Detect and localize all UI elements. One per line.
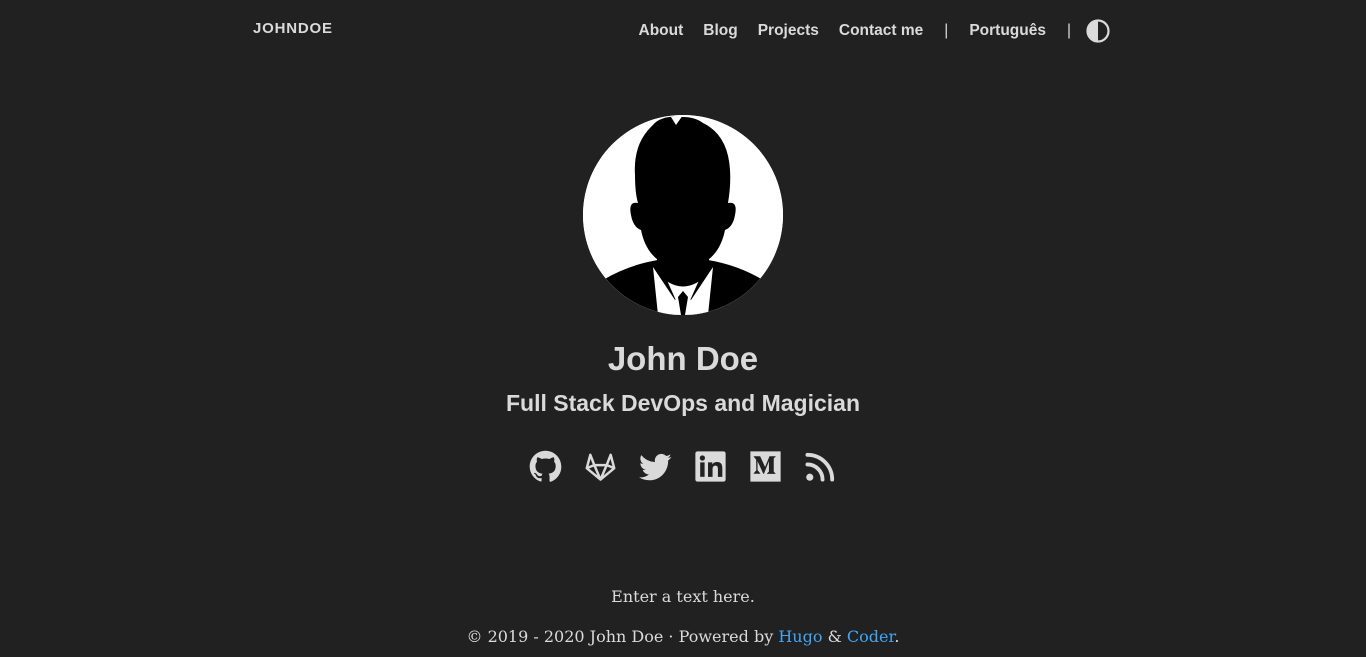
gitlab-icon[interactable] bbox=[584, 450, 617, 483]
linkedin-icon[interactable] bbox=[694, 450, 727, 483]
copyright-text: © 2019 - 2020 John Doe bbox=[466, 627, 664, 646]
theme-toggle-icon[interactable] bbox=[1086, 19, 1110, 43]
powered-by-text: Powered by bbox=[678, 627, 774, 646]
nav-link-blog[interactable]: Blog bbox=[703, 22, 737, 40]
profile-tagline: Full Stack DevOps and Magician bbox=[505, 390, 861, 416]
twitter-icon[interactable] bbox=[639, 450, 672, 483]
ampersand: & bbox=[827, 627, 842, 646]
profile-avatar bbox=[583, 115, 783, 315]
profile-name: John Doe bbox=[607, 340, 759, 377]
hugo-link[interactable]: Hugo bbox=[778, 627, 822, 646]
social-links bbox=[0, 450, 1366, 483]
medium-icon[interactable] bbox=[749, 450, 782, 483]
coder-link[interactable]: Coder bbox=[847, 627, 894, 646]
footer-text: Enter a text here. bbox=[611, 587, 755, 606]
language-switch-link[interactable]: Português bbox=[969, 22, 1046, 40]
nav-link-contact[interactable]: Contact me bbox=[839, 22, 923, 40]
nav-separator: | bbox=[1066, 22, 1071, 39]
nav-menu: About Blog Projects Contact me | Portugu… bbox=[619, 16, 1111, 46]
nav-link-about[interactable]: About bbox=[639, 22, 684, 40]
rss-icon[interactable] bbox=[804, 450, 837, 483]
top-navbar: JOHNDOE About Blog Projects Contact me |… bbox=[0, 0, 1366, 62]
footer-dot: · bbox=[663, 627, 679, 646]
site-brand-link[interactable]: JOHNDOE bbox=[253, 20, 333, 37]
github-icon[interactable] bbox=[529, 450, 562, 483]
footer-period: . bbox=[894, 627, 900, 646]
footer-copyright: © 2019 - 2020 John Doe · Powered by Hugo… bbox=[0, 627, 1366, 646]
nav-link-projects[interactable]: Projects bbox=[758, 22, 819, 40]
nav-separator: | bbox=[944, 22, 949, 39]
